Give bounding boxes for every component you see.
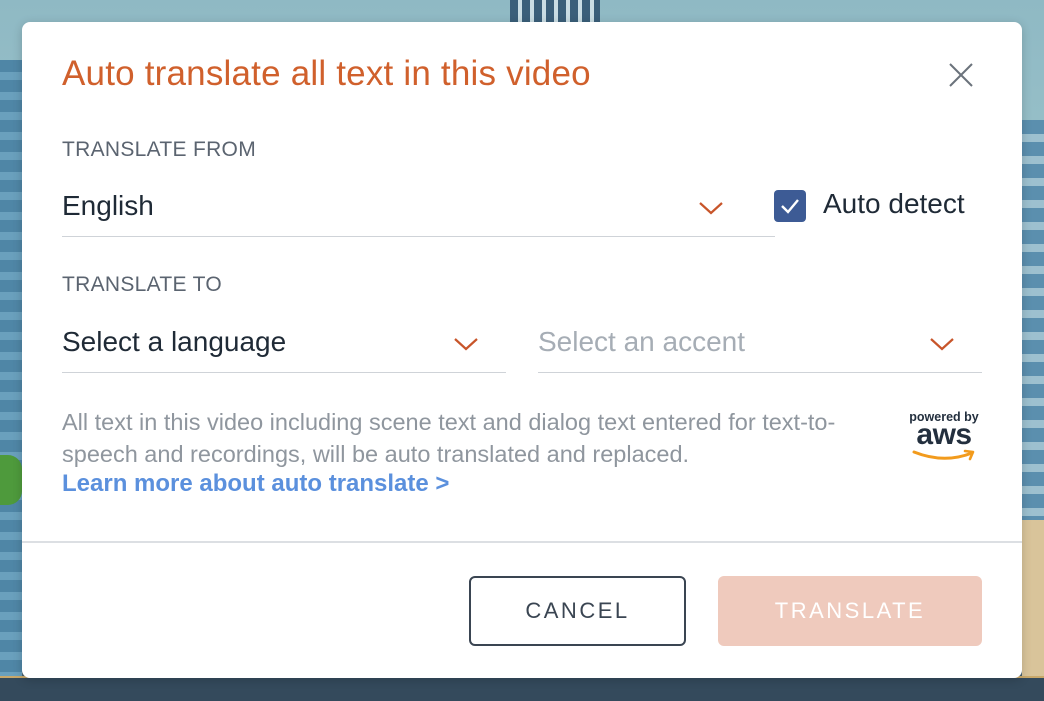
translate-button[interactable]: TRANSLATE <box>718 576 982 646</box>
checkmark-icon <box>781 199 799 214</box>
background-tree <box>0 455 22 505</box>
background-ground <box>0 678 1044 701</box>
accent-select-placeholder: Select an accent <box>538 326 746 357</box>
auto-translate-dialog: Auto translate all text in this video TR… <box>22 22 1022 678</box>
translate-from-label: TRANSLATE FROM <box>62 138 256 161</box>
background-wall-right <box>1022 520 1044 676</box>
translate-from-select[interactable]: English <box>62 190 775 237</box>
close-icon <box>949 63 973 87</box>
background-building-top <box>510 0 600 24</box>
auto-detect-checkbox[interactable] <box>774 190 806 222</box>
close-button[interactable] <box>944 58 978 92</box>
chevron-down-icon <box>930 338 954 351</box>
footer-divider <box>22 541 1022 543</box>
dialog-title: Auto translate all text in this video <box>62 54 591 93</box>
accent-select[interactable]: Select an accent <box>538 326 982 373</box>
learn-more-link[interactable]: Learn more about auto translate > <box>62 470 449 498</box>
powered-by-aws-logo: powered by aws <box>904 410 984 466</box>
language-select[interactable]: Select a language <box>62 326 506 373</box>
auto-detect-label: Auto detect <box>823 188 965 219</box>
aws-smile-icon <box>912 449 975 461</box>
translation-info-text: All text in this video including scene t… <box>62 409 836 467</box>
language-select-value: Select a language <box>62 326 287 357</box>
translate-to-label: TRANSLATE TO <box>62 273 222 296</box>
translate-from-value: English <box>62 190 154 221</box>
aws-brand-text: aws <box>916 418 972 451</box>
background-building-left <box>0 60 22 701</box>
chevron-down-icon <box>454 338 478 351</box>
cancel-button[interactable]: CANCEL <box>469 576 686 646</box>
chevron-down-icon <box>699 202 723 215</box>
